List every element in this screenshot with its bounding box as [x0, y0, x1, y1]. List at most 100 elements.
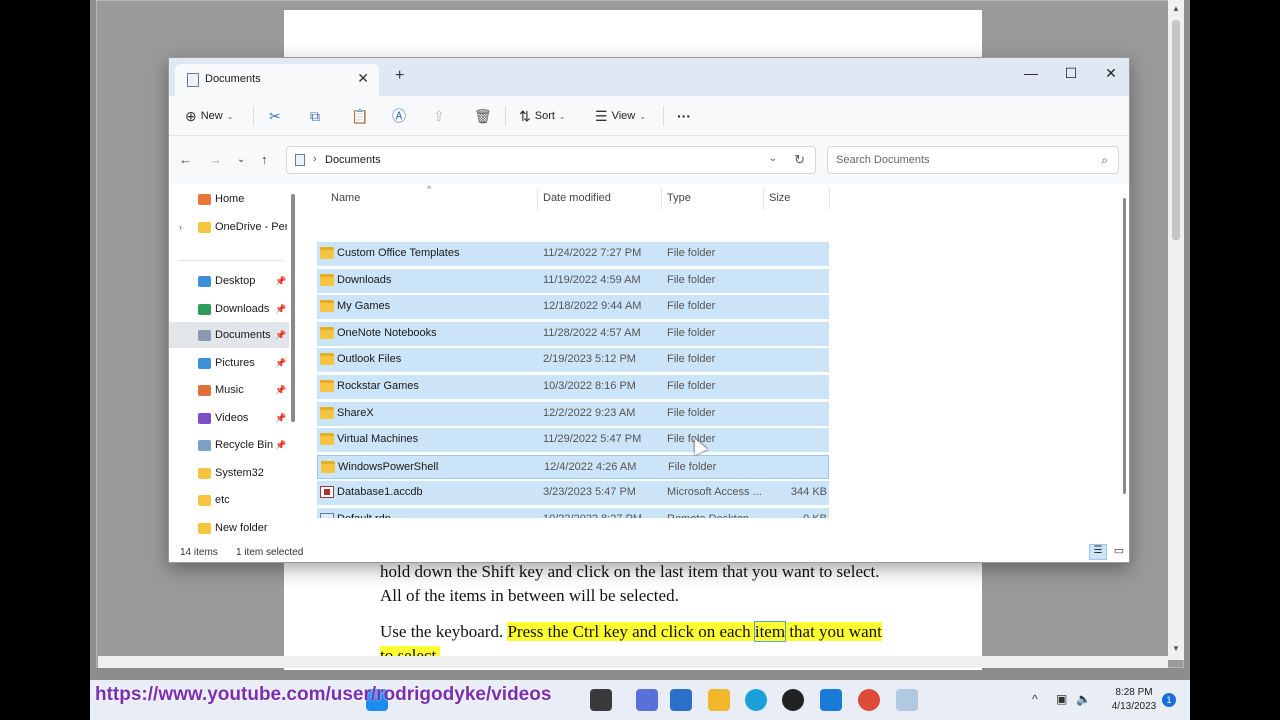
share-icon: ⇪ — [433, 107, 445, 124]
sidebar-item-label: Recycle Bin — [215, 439, 274, 451]
folder-icon — [320, 406, 334, 419]
view-button[interactable]: ☰ View ⌄ — [595, 106, 646, 126]
sidebar-item-videos[interactable]: Videos 📌 — [169, 405, 289, 431]
channel-url-overlay: https://www.youtube.com/user/rodrigodyke… — [95, 684, 552, 705]
sidebar-item-music[interactable]: Music 📌 — [169, 377, 289, 403]
document-icon — [295, 154, 305, 166]
file-name: Rockstar Games — [337, 380, 419, 392]
sidebar-item-documents[interactable]: Documents 📌 — [169, 322, 289, 348]
file-type: File folder — [667, 406, 716, 419]
nav-scrollbar[interactable] — [291, 194, 295, 422]
media-player-icon[interactable] — [782, 689, 804, 711]
sidebar-item-label: OneDrive - Perso — [215, 221, 287, 233]
file-explorer-icon[interactable] — [708, 689, 730, 711]
chrome-icon[interactable] — [858, 689, 880, 711]
table-row[interactable]: Database1.accdb 3/23/2023 5:47 PM Microsof… — [317, 481, 829, 506]
tab-documents[interactable]: Documents ✕ — [175, 64, 379, 96]
file-type: File folder — [667, 326, 716, 339]
see-more-button[interactable]: ··· — [677, 106, 691, 126]
up-arrow-icon[interactable]: ↑ — [261, 152, 268, 167]
minimize-button[interactable]: — — [1011, 62, 1051, 84]
file-name: Custom Office Templates — [337, 247, 460, 259]
scroll-thumb[interactable] — [1172, 20, 1180, 240]
task-view-icon[interactable] — [590, 689, 612, 711]
rename-icon: Ⓐ — [392, 108, 406, 124]
folder-icon — [320, 353, 334, 366]
notification-badge[interactable]: 1 — [1162, 693, 1176, 707]
network-icon[interactable]: ▣ — [1056, 692, 1067, 706]
store-icon[interactable] — [670, 689, 692, 711]
file-size: 344 KB — [790, 486, 827, 499]
nav-divider — [179, 260, 283, 261]
details-view-icon[interactable]: ☰ — [1089, 544, 1107, 560]
delete-button[interactable]: 🗑 — [474, 106, 492, 126]
table-row[interactable]: Virtual Machines 11/29/2022 5:47 PM File f… — [317, 428, 829, 453]
table-row[interactable]: Rockstar Games 10/3/2022 8:16 PM File fold… — [317, 375, 829, 399]
remote-desktop-icon — [320, 513, 334, 518]
clock-date: 4/13/2023 — [1111, 701, 1157, 712]
taskbar-clock[interactable]: 8:28 PM 4/13/2023 — [1104, 686, 1164, 714]
sort-button[interactable]: ⇅ Sort ⌄ — [519, 106, 566, 126]
table-row[interactable]: Outlook Files 2/19/2023 5:12 PM File folde… — [317, 348, 829, 373]
sidebar-item-onedrive-perso[interactable]: › OneDrive - Perso — [169, 214, 289, 240]
close-window-button[interactable]: ✕ — [1091, 62, 1131, 84]
search-input[interactable]: Search Documents ⌕ — [827, 146, 1119, 174]
teams-icon[interactable] — [636, 689, 658, 711]
sidebar-item-desktop[interactable]: Desktop 📌 — [169, 268, 289, 294]
table-row[interactable]: Custom Office Templates 11/24/2022 7:27 P… — [317, 242, 829, 266]
table-row[interactable]: Downloads 11/19/2022 4:59 AM File folder — [317, 268, 829, 293]
doc-plain-text: Use the keyboard. — [380, 622, 508, 641]
sidebar-item-etc[interactable]: etc — [169, 487, 289, 513]
sidebar-item-downloads[interactable]: Downloads 📌 — [169, 296, 289, 322]
sidebar-item-recycle-bin[interactable]: Recycle Bin 📌 — [169, 432, 289, 458]
new-button[interactable]: ⊕ New ⌄ — [185, 106, 233, 126]
folder-icon — [320, 326, 334, 339]
table-row[interactable]: OneNote Notebooks 11/28/2022 4:57 AM File … — [317, 321, 829, 346]
forward-arrow-icon[interactable]: → — [209, 152, 222, 167]
file-list-scrollbar[interactable] — [1123, 198, 1126, 494]
photos-icon[interactable] — [896, 689, 918, 711]
tray-chevron-icon[interactable]: ^ — [1032, 692, 1038, 706]
maximize-button[interactable]: ☐ — [1051, 62, 1091, 84]
share-button[interactable]: ⇪ — [433, 106, 445, 126]
paste-button[interactable]: 📋 — [351, 106, 368, 126]
folder-icon — [198, 522, 211, 534]
back-arrow-icon[interactable]: ← — [179, 152, 192, 167]
folder-icon — [198, 494, 211, 506]
edge-icon[interactable] — [745, 689, 767, 711]
copy-button[interactable]: ⧉ — [310, 106, 320, 126]
file-date: 11/28/2022 4:57 AM — [543, 326, 641, 339]
sidebar-item-label: etc — [215, 494, 230, 506]
cut-button[interactable]: ✂ — [269, 106, 281, 126]
expand-chevron-icon[interactable]: › — [179, 222, 182, 232]
file-type: File folder — [667, 380, 716, 392]
scroll-down-icon[interactable]: ▼ — [1172, 644, 1180, 653]
volume-icon[interactable]: 🔈 — [1076, 692, 1091, 706]
sidebar-item-system32[interactable]: System32 — [169, 460, 289, 486]
recent-locations-chevron-icon[interactable]: ⌄ — [237, 154, 245, 165]
table-row[interactable]: My Games 12/18/2022 9:44 AM File folder — [317, 295, 829, 320]
sidebar-item-label: Home — [215, 193, 245, 205]
app-icon[interactable] — [820, 689, 842, 711]
home-icon — [198, 193, 211, 205]
table-row[interactable]: ShareX 12/2/2022 9:23 AM File folder — [317, 401, 829, 426]
file-type: Microsoft Access ... — [667, 486, 762, 499]
chevron-down-icon: ⌄ — [639, 111, 646, 121]
sidebar-item-home[interactable]: Home — [169, 186, 289, 212]
sidebar-item-new-folder[interactable]: New folder — [169, 515, 289, 541]
scroll-up-icon[interactable]: ▲ — [1172, 4, 1180, 13]
word-horizontal-scrollbar[interactable] — [98, 656, 1168, 668]
table-row[interactable]: Default.rdp 10/22/2022 8:27 PM Remote Desk… — [317, 508, 829, 518]
table-row[interactable]: WindowsPowerShell 12/4/2022 4:26 AM File f… — [317, 454, 829, 479]
new-tab-button[interactable]: + — [395, 67, 404, 85]
folder-icon — [320, 300, 334, 313]
large-icons-view-icon[interactable]: ▭ — [1111, 544, 1127, 560]
pin-icon: 📌 — [275, 412, 287, 423]
word-vertical-scrollbar[interactable]: ▲ ▼ — [1168, 0, 1184, 660]
pin-icon: 📌 — [275, 275, 287, 286]
close-tab-icon[interactable]: ✕ — [357, 70, 369, 87]
file-name: Virtual Machines — [337, 433, 419, 446]
sidebar-item-pictures[interactable]: Pictures 📌 — [169, 350, 289, 376]
recycle-bin-icon — [198, 439, 211, 451]
rename-button[interactable]: Ⓐ — [392, 106, 406, 126]
